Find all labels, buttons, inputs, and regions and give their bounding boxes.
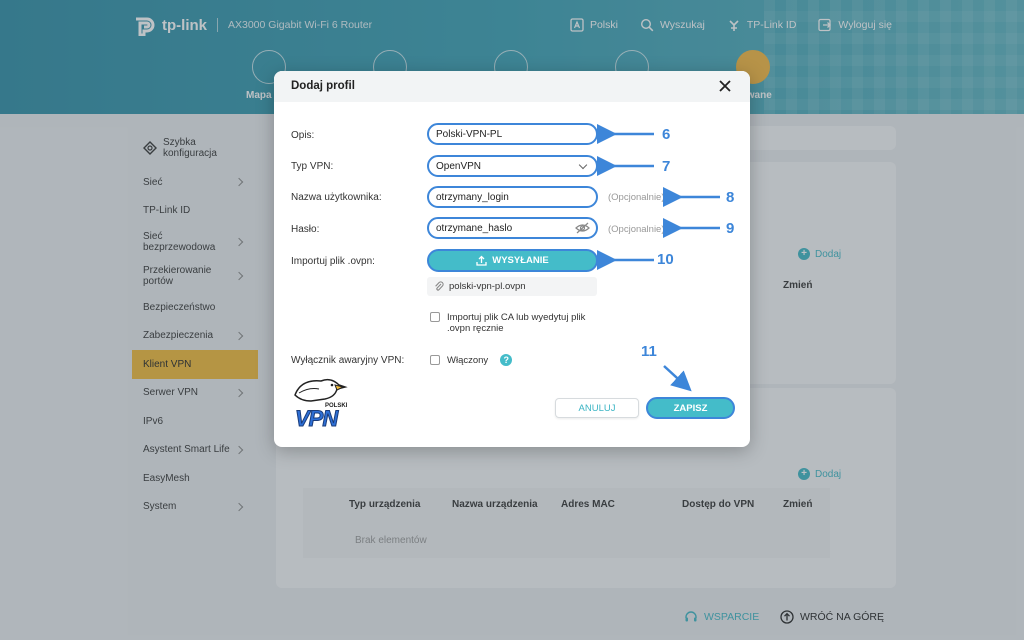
annotation-7: 7 xyxy=(662,158,671,175)
annotation-8: 8 xyxy=(726,189,735,206)
annotation-9: 9 xyxy=(726,220,735,237)
annotation-11: 11 xyxy=(641,343,657,360)
annotation-arrows xyxy=(597,124,720,392)
annotation-10: 10 xyxy=(657,251,674,268)
annotation-6: 6 xyxy=(662,126,671,143)
annotation-arrow-11 xyxy=(663,365,692,392)
